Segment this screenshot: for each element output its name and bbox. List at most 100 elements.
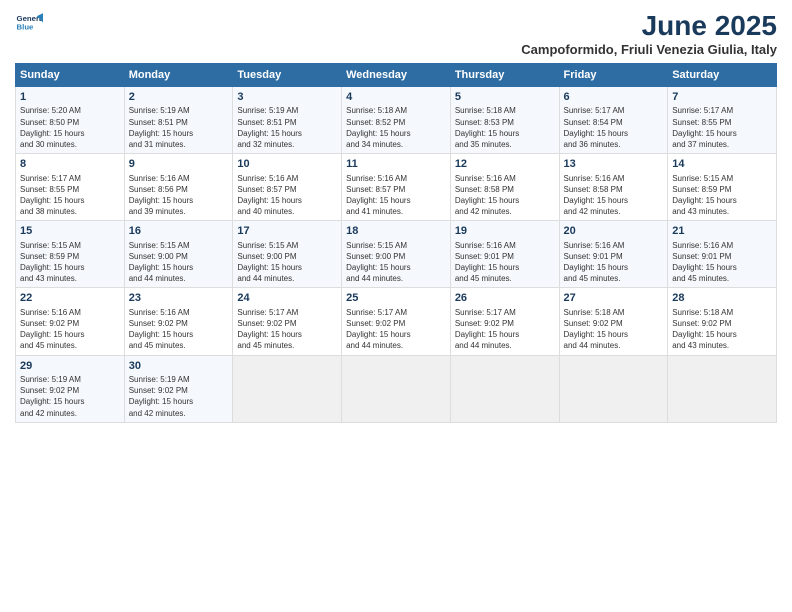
day-number: 21 (672, 224, 772, 239)
daylight: Daylight: 15 hours (346, 263, 410, 272)
sunset: Sunset: 9:02 PM (20, 386, 79, 395)
cell-w4-sat: 28Sunrise: 5:18 AMSunset: 9:02 PMDayligh… (668, 288, 777, 355)
daylight2: and 45 minutes. (564, 274, 621, 283)
cell-w3-mon: 16Sunrise: 5:15 AMSunset: 9:00 PMDayligh… (124, 221, 233, 288)
sunrise: Sunrise: 5:19 AM (20, 375, 81, 384)
col-wednesday: Wednesday (342, 64, 451, 87)
daylight: Daylight: 15 hours (346, 330, 410, 339)
daylight: Daylight: 15 hours (129, 196, 193, 205)
cell-w4-wed: 25Sunrise: 5:17 AMSunset: 9:02 PMDayligh… (342, 288, 451, 355)
svg-text:Blue: Blue (17, 22, 35, 31)
daylight: Daylight: 15 hours (455, 330, 519, 339)
sunrise: Sunrise: 5:17 AM (20, 174, 81, 183)
sunrise: Sunrise: 5:20 AM (20, 106, 81, 115)
week-row-2: 8Sunrise: 5:17 AMSunset: 8:55 PMDaylight… (16, 154, 777, 221)
daylight: Daylight: 15 hours (20, 196, 84, 205)
sunset: Sunset: 9:02 PM (346, 319, 405, 328)
daylight2: and 43 minutes. (672, 207, 729, 216)
cell-w2-fri: 13Sunrise: 5:16 AMSunset: 8:58 PMDayligh… (559, 154, 668, 221)
daylight: Daylight: 15 hours (672, 129, 736, 138)
sunset: Sunset: 8:56 PM (129, 185, 188, 194)
cell-w4-tue: 24Sunrise: 5:17 AMSunset: 9:02 PMDayligh… (233, 288, 342, 355)
cell-w3-sun: 15Sunrise: 5:15 AMSunset: 8:59 PMDayligh… (16, 221, 125, 288)
calendar-table: Sunday Monday Tuesday Wednesday Thursday… (15, 63, 777, 423)
cell-w5-sat (668, 355, 777, 422)
sunrise: Sunrise: 5:19 AM (129, 375, 190, 384)
daylight2: and 31 minutes. (129, 140, 186, 149)
cell-w5-sun: 29Sunrise: 5:19 AMSunset: 9:02 PMDayligh… (16, 355, 125, 422)
daylight2: and 44 minutes. (129, 274, 186, 283)
sunset: Sunset: 9:00 PM (237, 252, 296, 261)
sunrise: Sunrise: 5:16 AM (672, 241, 733, 250)
sunset: Sunset: 8:50 PM (20, 118, 79, 127)
daylight2: and 38 minutes. (20, 207, 77, 216)
daylight2: and 42 minutes. (20, 409, 77, 418)
cell-w2-mon: 9 Sunrise: 5:16 AM Sunset: 8:56 PM Daylight… (124, 154, 233, 221)
cell-w2-sun: 8Sunrise: 5:17 AMSunset: 8:55 PMDaylight… (16, 154, 125, 221)
sunrise: Sunrise: 5:16 AM (129, 174, 190, 183)
week-row-1: 1Sunrise: 5:20 AM Sunset: 8:50 PM Daylight… (16, 87, 777, 154)
daylight2: and 40 minutes. (237, 207, 294, 216)
sunset: Sunset: 8:55 PM (672, 118, 731, 127)
sunrise: Sunrise: 5:16 AM (129, 308, 190, 317)
sunrise: Sunrise: 5:17 AM (672, 106, 733, 115)
day-number: 19 (455, 224, 555, 239)
daylight: Daylight: 15 hours (20, 129, 84, 138)
day-number: 23 (129, 291, 229, 306)
sunrise: Sunrise: 5:16 AM (564, 174, 625, 183)
week-row-3: 15Sunrise: 5:15 AMSunset: 8:59 PMDayligh… (16, 221, 777, 288)
daylight: Daylight: 15 hours (20, 330, 84, 339)
sunrise: Sunrise: 5:16 AM (20, 308, 81, 317)
sunrise: Sunrise: 5:19 AM (129, 106, 190, 115)
col-sunday: Sunday (16, 64, 125, 87)
daylight2: and 42 minutes. (564, 207, 621, 216)
day-number: 1 (20, 90, 120, 105)
daylight: Daylight: 15 hours (564, 330, 628, 339)
daylight2: and 43 minutes. (672, 341, 729, 350)
daylight2: and 34 minutes. (346, 140, 403, 149)
sunrise: Sunrise: 5:18 AM (455, 106, 516, 115)
daylight: Daylight: 15 hours (455, 196, 519, 205)
daylight: Daylight: 15 hours (672, 330, 736, 339)
daylight2: and 35 minutes. (455, 140, 512, 149)
sunrise: Sunrise: 5:18 AM (564, 308, 625, 317)
week-row-4: 22Sunrise: 5:16 AMSunset: 9:02 PMDayligh… (16, 288, 777, 355)
day-number: 24 (237, 291, 337, 306)
daylight: Daylight: 15 hours (346, 129, 410, 138)
sunset: Sunset: 8:57 PM (346, 185, 405, 194)
sunset: Sunset: 9:00 PM (129, 252, 188, 261)
col-tuesday: Tuesday (233, 64, 342, 87)
sunrise: Sunrise: 5:17 AM (564, 106, 625, 115)
day-number: 4 (346, 90, 446, 105)
title-section: June 2025 Campoformido, Friuli Venezia G… (521, 10, 777, 57)
sunset: Sunset: 8:52 PM (346, 118, 405, 127)
day-number: 25 (346, 291, 446, 306)
daylight2: and 43 minutes. (20, 274, 77, 283)
cell-w3-thu: 19Sunrise: 5:16 AMSunset: 9:01 PMDayligh… (450, 221, 559, 288)
day-number: 17 (237, 224, 337, 239)
day-number: 7 (672, 90, 772, 105)
daylight: Daylight: 15 hours (672, 196, 736, 205)
sunset: Sunset: 9:00 PM (346, 252, 405, 261)
cell-w3-wed: 18Sunrise: 5:15 AMSunset: 9:00 PMDayligh… (342, 221, 451, 288)
daylight2: and 44 minutes. (346, 274, 403, 283)
sunrise: Sunrise: 5:15 AM (20, 241, 81, 250)
cell-w1-thu: 5Sunrise: 5:18 AMSunset: 8:53 PMDaylight… (450, 87, 559, 154)
daylight: Daylight: 15 hours (237, 196, 301, 205)
cell-w5-mon: 30Sunrise: 5:19 AMSunset: 9:02 PMDayligh… (124, 355, 233, 422)
day-number: 28 (672, 291, 772, 306)
daylight2: and 44 minutes. (346, 341, 403, 350)
daylight2: and 37 minutes. (672, 140, 729, 149)
day-number: 9 (129, 157, 229, 172)
sunset: Sunset: 9:02 PM (455, 319, 514, 328)
sunrise: Sunrise: 5:17 AM (455, 308, 516, 317)
cell-w4-mon: 23Sunrise: 5:16 AMSunset: 9:02 PMDayligh… (124, 288, 233, 355)
cell-w5-tue (233, 355, 342, 422)
sunset: Sunset: 9:02 PM (564, 319, 623, 328)
cell-w3-fri: 20Sunrise: 5:16 AMSunset: 9:01 PMDayligh… (559, 221, 668, 288)
daylight: Daylight: 15 hours (237, 263, 301, 272)
sunset: Sunset: 8:59 PM (20, 252, 79, 261)
daylight: Daylight: 15 hours (564, 129, 628, 138)
daylight: Daylight: 15 hours (20, 263, 84, 272)
daylight2: and 41 minutes. (346, 207, 403, 216)
